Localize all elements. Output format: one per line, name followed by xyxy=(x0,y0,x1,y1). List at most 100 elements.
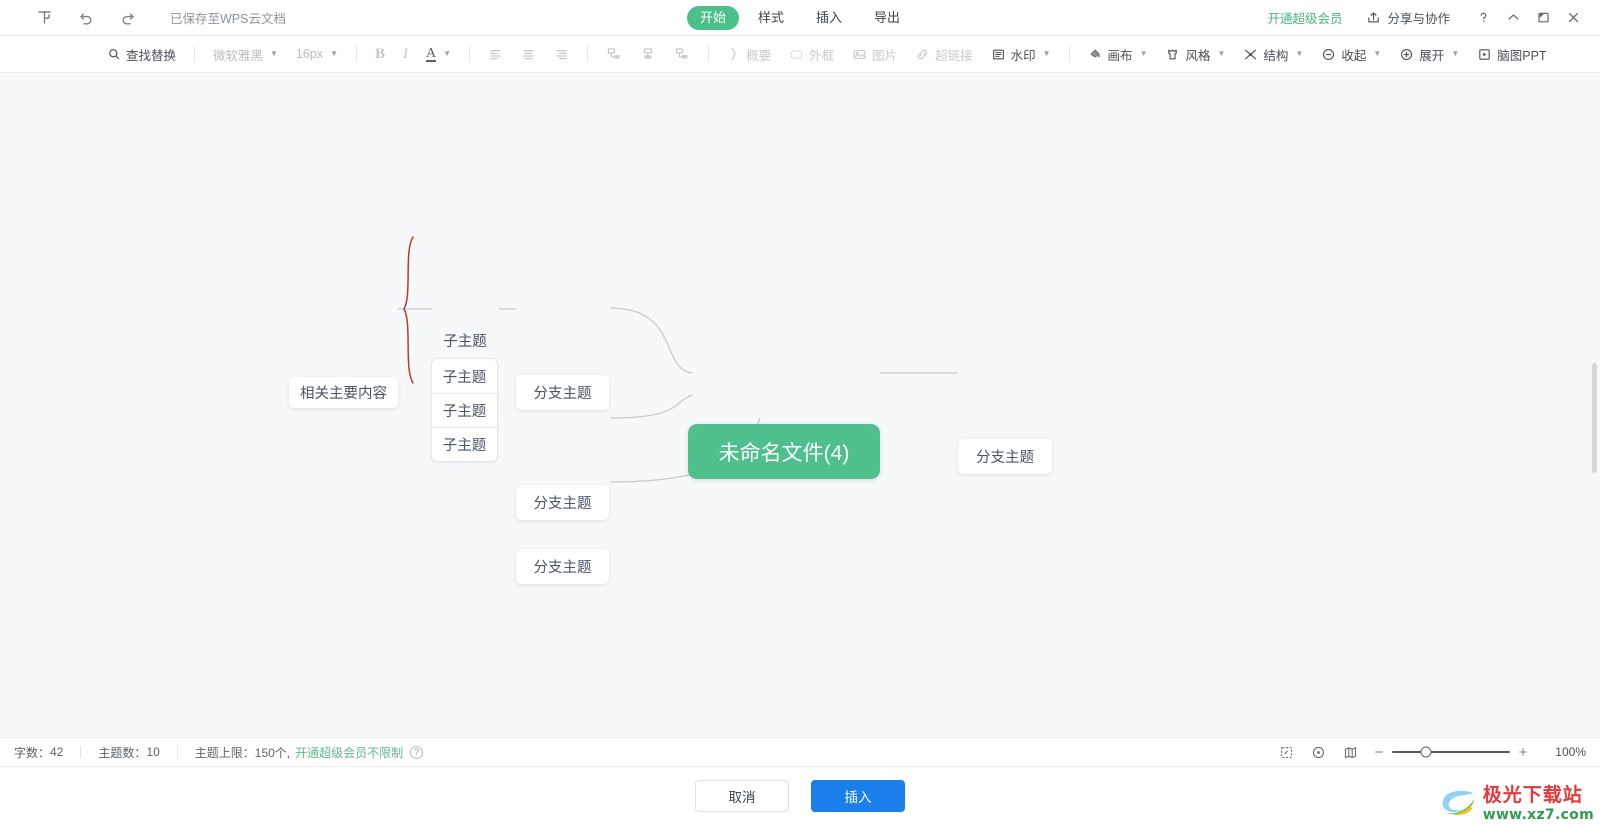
mindmap-connectors xyxy=(398,236,958,483)
style-label: 风格 xyxy=(1185,48,1211,63)
chevron-down-icon: ▼ xyxy=(1042,49,1051,58)
root-label: 未命名文件(4) xyxy=(718,441,850,465)
minus-circle-icon xyxy=(1321,47,1336,62)
paint-bucket-icon xyxy=(1088,47,1103,62)
summary-label: 概要 xyxy=(746,48,772,63)
dialog-footer: 取消 插入 极光下载站 www.xz7.com xyxy=(0,766,1600,824)
undo-icon[interactable] xyxy=(76,8,96,28)
topic-count-value: 10 xyxy=(146,745,160,759)
status-divider xyxy=(80,746,82,758)
title-bar-right: 开通超级会员 分享与协作 xyxy=(1267,5,1600,31)
node-related-main-content[interactable]: 相关主要内容 xyxy=(289,377,398,408)
style-button[interactable]: 风格 ▼ xyxy=(1156,41,1234,67)
share-icon xyxy=(1366,10,1381,25)
close-icon[interactable] xyxy=(1558,5,1588,31)
tab-insert[interactable]: 插入 xyxy=(803,6,855,30)
align-right-button[interactable] xyxy=(545,41,578,67)
status-divider xyxy=(176,746,178,758)
share-collaborate-button[interactable]: 分享与协作 xyxy=(1366,8,1450,27)
help-circle-icon[interactable]: ? xyxy=(410,745,424,759)
sub-topic-stack: 子主题 子主题 子主题 xyxy=(431,358,498,462)
align-left-button[interactable] xyxy=(479,41,512,67)
watermark-icon xyxy=(991,47,1006,62)
font-family-value: 微软雅黑 xyxy=(213,48,264,63)
mind-ppt-button[interactable]: 脑图PPT xyxy=(1468,41,1555,67)
font-family-select[interactable]: 微软雅黑 ▼ xyxy=(204,41,287,67)
wps-mindmap-logo-icon[interactable] xyxy=(34,8,54,28)
find-replace-button[interactable]: 查找替换 xyxy=(98,41,185,67)
outline-frame-icon xyxy=(789,47,804,62)
restore-window-icon[interactable] xyxy=(1528,5,1558,31)
sub-topic-label: 子主题 xyxy=(442,404,487,420)
watermark-label: 水印 xyxy=(1010,48,1036,63)
redo-icon[interactable] xyxy=(118,8,138,28)
branch-topic-left-2[interactable]: 分支主题 xyxy=(516,485,609,520)
watermark-site-name: 极光下载站 xyxy=(1482,784,1583,806)
hyperlink-button[interactable]: 超链接 xyxy=(906,41,982,67)
outline-frame-label: 外框 xyxy=(809,48,835,63)
watermark-button[interactable]: 水印 ▼ xyxy=(982,41,1060,67)
canvas-vertical-scrollbar[interactable] xyxy=(1592,363,1597,473)
sub-topic-label: 子主题 xyxy=(442,438,487,454)
minimize-icon[interactable] xyxy=(1498,5,1528,31)
align-center-button[interactable] xyxy=(512,41,545,67)
branch-topic-left-3[interactable]: 分支主题 xyxy=(516,549,609,584)
structure-button[interactable]: 结构 ▼ xyxy=(1234,41,1312,67)
chevron-down-icon: ▼ xyxy=(1139,49,1148,58)
sub-topic-item-1[interactable]: 子主题 xyxy=(432,359,497,393)
insert-sibling-topic-button[interactable] xyxy=(597,41,631,67)
chevron-down-icon: ▼ xyxy=(1217,49,1226,58)
font-color-button[interactable]: A ▼ xyxy=(417,41,460,67)
root-topic-node[interactable]: 未命名文件(4) xyxy=(688,424,880,479)
zoom-in-button[interactable]: + xyxy=(1510,740,1536,764)
canvas-button[interactable]: 画布 ▼ xyxy=(1079,41,1157,67)
toolbar-divider xyxy=(194,46,196,62)
search-icon xyxy=(107,47,121,61)
sub-topic-item-0[interactable]: 子主题 xyxy=(432,328,498,352)
summary-button[interactable]: 概要 xyxy=(718,41,780,67)
mini-map-icon[interactable] xyxy=(1334,740,1366,764)
insert-button[interactable]: 插入 xyxy=(811,779,905,812)
chevron-down-icon: ▼ xyxy=(330,49,338,58)
toolbar-divider xyxy=(469,46,471,62)
collapse-button[interactable]: 收起 ▼ xyxy=(1312,41,1390,67)
fit-screen-icon[interactable] xyxy=(1270,740,1302,764)
expand-button[interactable]: 展开 ▼ xyxy=(1390,41,1468,67)
zoom-slider-track xyxy=(1392,751,1510,753)
watermark-swirl-icon xyxy=(1441,790,1474,816)
collapse-label: 收起 xyxy=(1341,48,1367,63)
node-label: 分支主题 xyxy=(533,496,592,512)
italic-button[interactable]: I xyxy=(394,41,417,67)
zoom-out-button[interactable]: − xyxy=(1366,740,1392,764)
zoom-slider[interactable] xyxy=(1392,740,1510,764)
tab-export[interactable]: 导出 xyxy=(861,6,913,30)
branch-topic-left-1[interactable]: 分支主题 xyxy=(516,375,609,410)
insert-parent-topic-button[interactable] xyxy=(665,41,699,67)
center-view-icon[interactable] xyxy=(1302,740,1334,764)
branch-topic-right-1[interactable]: 分支主题 xyxy=(958,439,1052,474)
node-label: 分支主题 xyxy=(976,450,1034,466)
image-button[interactable]: 图片 xyxy=(843,41,906,67)
upgrade-vip-link[interactable]: 开通超级会员 xyxy=(1267,8,1342,27)
topic-limit-upgrade-link[interactable]: 开通超级会员不限制 xyxy=(295,744,403,761)
insert-child-topic-button[interactable] xyxy=(631,41,665,67)
structure-icon xyxy=(1243,47,1258,62)
bold-button[interactable]: B xyxy=(366,41,394,67)
title-bar: 已保存至WPS云文档 开始 样式 插入 导出 开通超级会员 分享与协作 xyxy=(0,0,1600,36)
tab-start[interactable]: 开始 xyxy=(686,6,739,30)
share-label: 分享与协作 xyxy=(1387,12,1450,26)
font-size-select[interactable]: 16px ▼ xyxy=(287,41,347,67)
sub-topic-label: 子主题 xyxy=(443,333,487,350)
topic-layout-right-icon xyxy=(606,46,622,62)
tab-style[interactable]: 样式 xyxy=(745,6,797,30)
bold-icon: B xyxy=(374,45,385,62)
word-count-value: 42 xyxy=(50,745,64,759)
mindmap-canvas[interactable]: 相关主要内容 子主题 子主题 子主题 子主题 分支主题 分支主题 分支主题 未命… xyxy=(0,73,1600,737)
italic-icon: I xyxy=(403,45,408,62)
sub-topic-item-3[interactable]: 子主题 xyxy=(432,427,497,461)
cancel-button[interactable]: 取消 xyxy=(695,779,789,812)
sub-topic-item-2[interactable]: 子主题 xyxy=(432,393,497,427)
outline-frame-button[interactable]: 外框 xyxy=(780,41,843,67)
zoom-slider-knob[interactable] xyxy=(1420,746,1432,758)
help-question-icon[interactable] xyxy=(1468,5,1498,31)
